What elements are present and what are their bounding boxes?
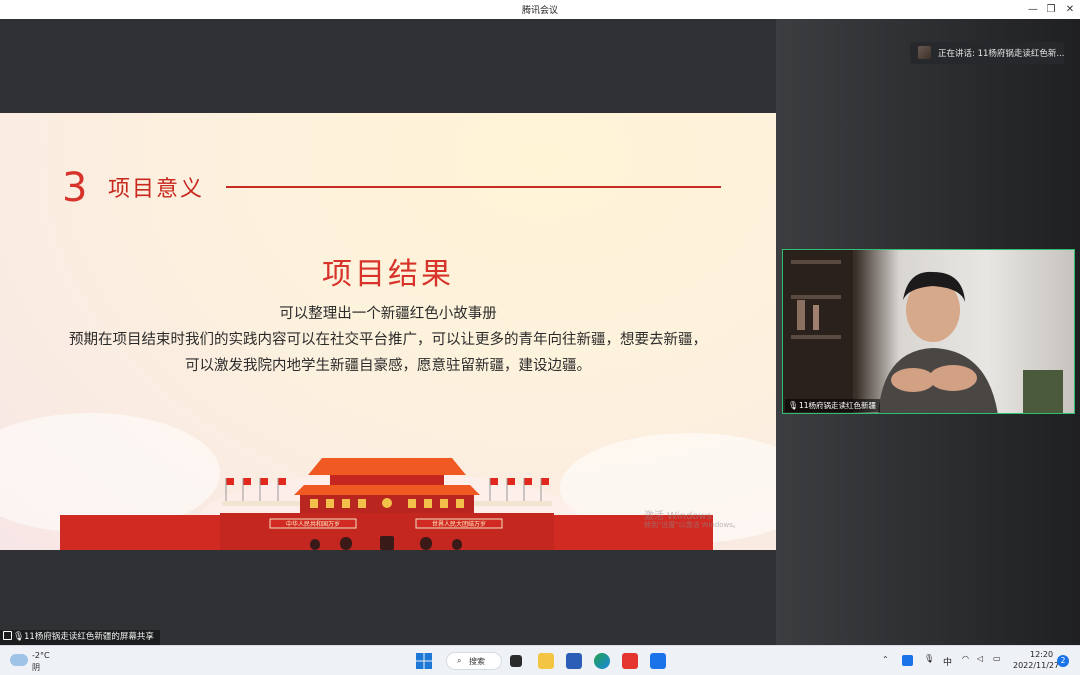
weather-temp[interactable]: -2°C (32, 651, 50, 660)
app-root: 腾讯会议 — ❐ ✕ 3 项目意义 项目结果 可以整理出一个新疆红色小故事册 预… (0, 0, 1080, 675)
battery-icon[interactable]: ▭ (993, 654, 1001, 663)
tencent-meeting-icon[interactable] (650, 653, 666, 669)
ime-indicator[interactable]: 中 (943, 655, 952, 668)
task-view-icon[interactable] (510, 655, 522, 667)
section-divider (226, 186, 721, 188)
slide-line-2: 预期在项目结束时我们的实践内容可以在社交平台推广，可以让更多的青年向往新疆，想要… (69, 332, 707, 348)
speaking-indicator[interactable]: 正在讲话: 11杨府锅走读红色新... (910, 42, 1065, 64)
slide-line-1: 可以整理出一个新疆红色小故事册 (279, 306, 497, 322)
banner-left-text: 中华人民共和国万岁 (285, 521, 340, 528)
tiananmen-gate-illustration (60, 458, 713, 550)
weather-desc[interactable]: 阴 (32, 662, 40, 673)
clock-date[interactable]: 2022/11/27 (1013, 661, 1059, 670)
window-title: 腾讯会议 (521, 6, 558, 16)
title-bar: 腾讯会议 — ❐ ✕ (0, 0, 1080, 19)
file-explorer-icon[interactable] (538, 653, 554, 669)
windows-taskbar: -2°C 阴 ⌕ 搜索 ⌃ 🎙 中 ◠ ◁ ▭ 12:20 2022/11/27… (0, 645, 1080, 675)
taskbar-search-box[interactable]: ⌕ 搜索 (446, 652, 502, 670)
notification-badge[interactable]: 2 (1057, 655, 1069, 667)
cloud-weather-icon[interactable] (10, 654, 28, 666)
wifi-icon[interactable]: ◠ (962, 654, 969, 663)
mic-icon: 🎙 (788, 401, 799, 410)
mic-icon: 🎙 (13, 632, 25, 642)
restore-button[interactable]: ❐ (1042, 1, 1060, 18)
banner-right-text: 世界人民大团结万岁 (431, 521, 486, 528)
screen-share-label: 🎙 11杨府锅走读红色新疆的屏幕共享 (0, 630, 160, 645)
tray-overflow-icon[interactable]: ⌃ (882, 655, 889, 664)
edge-icon[interactable] (594, 653, 610, 669)
volume-icon[interactable]: ◁ (977, 654, 983, 663)
speaker-avatar (918, 46, 931, 59)
tray-meeting-icon[interactable] (902, 655, 913, 666)
screen-share-text: 11杨府锅走读红色新疆的屏幕共享 (24, 632, 154, 642)
close-button[interactable]: ✕ (1061, 1, 1079, 18)
tray-mic-icon[interactable]: 🎙 (924, 654, 934, 663)
section-number: 3 (62, 165, 88, 211)
video-name-label: 🎙 11杨府锅走读红色新疆 (785, 399, 881, 412)
presentation-slide: 3 项目意义 项目结果 可以整理出一个新疆红色小故事册 预期在项目结束时我们的实… (0, 113, 776, 550)
video-name-text: 11杨府锅走读红色新疆 (799, 401, 877, 410)
word-icon[interactable] (566, 653, 582, 669)
windows-start-icon[interactable] (416, 653, 432, 669)
search-label: 搜索 (469, 657, 485, 666)
clock-time[interactable]: 12:20 (1030, 650, 1053, 659)
wps-icon[interactable] (622, 653, 638, 669)
section-title: 项目意义 (108, 177, 205, 202)
slide-headline: 项目结果 (322, 257, 454, 292)
participant-video-feed (783, 250, 1063, 413)
slide-line-3: 可以激发我院内地学生新疆自豪感，愿意驻留新疆，建设边疆。 (185, 358, 591, 374)
participant-video-tile[interactable]: 🎙 11杨府锅走读红色新疆 (782, 249, 1075, 414)
screen-icon (3, 631, 12, 640)
speaking-text: 正在讲话: 11杨府锅走读红色新... (938, 49, 1065, 59)
minimize-button[interactable]: — (1024, 1, 1042, 18)
search-icon: ⌕ (457, 656, 462, 665)
activation-watermark-subtitle: 转到"设置"以激活 Windows。 (644, 521, 740, 529)
